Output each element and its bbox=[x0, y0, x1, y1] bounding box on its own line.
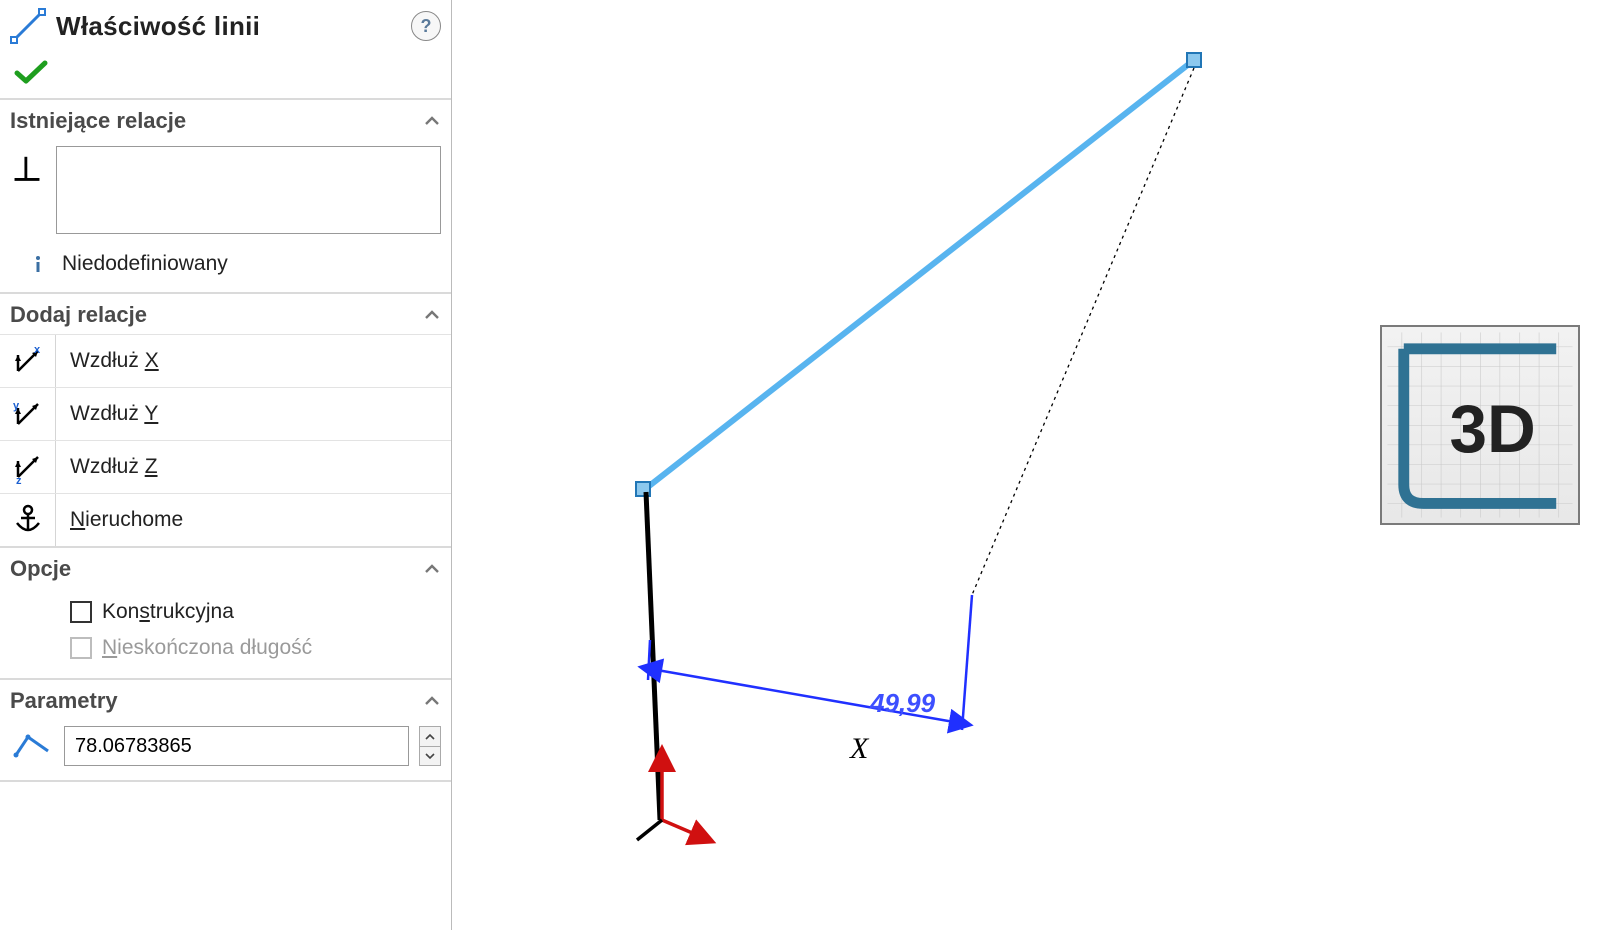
section-parameters: Parametry bbox=[0, 680, 451, 782]
relation-along-x[interactable]: x Wzdłuż X bbox=[0, 334, 451, 387]
option-infinite-length: Nieskończona długość bbox=[14, 630, 441, 666]
chevron-up-icon bbox=[423, 306, 441, 324]
length-input[interactable] bbox=[64, 726, 409, 766]
anchor-icon bbox=[0, 494, 56, 546]
dimension-extension-line bbox=[648, 640, 650, 680]
along-x-icon: x bbox=[0, 335, 56, 387]
svg-text:x: x bbox=[34, 344, 41, 356]
panel-title: Właściwość linii bbox=[56, 11, 401, 42]
checkbox-construction[interactable] bbox=[70, 601, 92, 623]
relation-along-z[interactable]: z Wzdłuż Z bbox=[0, 440, 451, 493]
length-icon bbox=[10, 729, 54, 763]
relation-along-z-label: Wzdłuż Z bbox=[70, 455, 158, 479]
panel-header: Właściwość linii ? bbox=[0, 0, 451, 52]
chevron-up-icon bbox=[423, 560, 441, 578]
relation-status-row: Niedodefiniowany bbox=[10, 234, 441, 280]
badge-3d-text: 3D bbox=[1450, 392, 1536, 467]
sketch-3d-badge: 3D bbox=[1380, 325, 1580, 525]
confirm-row bbox=[0, 52, 451, 100]
relation-fixed-label: Nieruchome bbox=[70, 508, 183, 532]
option-construction-label: Konstrukcyjna bbox=[102, 600, 234, 624]
relation-along-x-label: Wzdłuż X bbox=[70, 349, 159, 373]
perpendicular-icon bbox=[10, 150, 44, 184]
dimension-value[interactable]: 49,99 bbox=[869, 688, 936, 718]
chevron-up-icon bbox=[423, 112, 441, 130]
section-add-relations: Dodaj relacje x Wzdłuż X bbox=[0, 294, 451, 548]
info-icon bbox=[28, 254, 48, 274]
relation-along-y[interactable]: y Wzdłuż Y bbox=[0, 387, 451, 440]
section-existing-relations: Istniejące relacje Niedodefiniowany bbox=[0, 100, 451, 294]
sketch-viewport[interactable]: 49,99 X 3D bbox=[452, 0, 1600, 930]
along-y-icon: y bbox=[0, 388, 56, 440]
section-header-existing-relations[interactable]: Istniejące relacje bbox=[0, 100, 451, 140]
existing-relations-body: Niedodefiniowany bbox=[0, 140, 451, 292]
sketch-endpoint[interactable] bbox=[1187, 53, 1201, 67]
section-header-add-relations[interactable]: Dodaj relacje bbox=[0, 294, 451, 334]
section-title-add-relations: Dodaj relacje bbox=[10, 302, 147, 328]
help-button[interactable]: ? bbox=[411, 11, 441, 41]
chevron-up-icon bbox=[423, 692, 441, 710]
axis-x-label: X bbox=[849, 732, 870, 765]
option-construction[interactable]: Konstrukcyjna bbox=[14, 594, 441, 630]
section-title-parameters: Parametry bbox=[10, 688, 118, 714]
length-spinner bbox=[419, 726, 441, 766]
section-header-parameters[interactable]: Parametry bbox=[0, 680, 451, 720]
checkbox-infinite-length bbox=[70, 637, 92, 659]
svg-text:y: y bbox=[13, 400, 20, 412]
relation-status-text: Niedodefiniowany bbox=[62, 252, 228, 276]
relation-fixed[interactable]: Nieruchome bbox=[0, 493, 451, 546]
property-panel: Właściwość linii ? Istniejące relacje bbox=[0, 0, 452, 930]
relations-listbox[interactable] bbox=[56, 146, 441, 234]
section-title-existing-relations: Istniejące relacje bbox=[10, 108, 186, 134]
origin-triad[interactable] bbox=[637, 765, 697, 840]
dimension-extension-line bbox=[962, 595, 972, 730]
sketch-line-selected[interactable] bbox=[644, 60, 1194, 490]
spinner-down-button[interactable] bbox=[420, 746, 440, 765]
section-options: Opcje Konstrukcyjna Nieskończona długość bbox=[0, 548, 451, 680]
along-z-icon: z bbox=[0, 441, 56, 493]
section-title-options: Opcje bbox=[10, 556, 71, 582]
spinner-up-button[interactable] bbox=[420, 727, 440, 746]
ok-button[interactable] bbox=[10, 56, 52, 88]
line-icon bbox=[10, 8, 46, 44]
section-header-options[interactable]: Opcje bbox=[0, 548, 451, 588]
option-infinite-length-label: Nieskończona długość bbox=[102, 636, 312, 660]
relation-along-y-label: Wzdłuż Y bbox=[70, 402, 158, 426]
svg-text:z: z bbox=[16, 475, 22, 485]
